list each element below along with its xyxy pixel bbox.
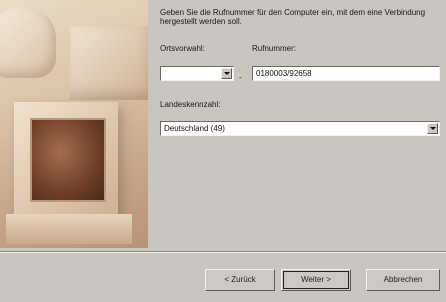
phone-number-value: 0180003/92658 — [256, 69, 312, 78]
phone-number-input[interactable]: 0180003/92658 — [252, 66, 440, 81]
chevron-down-icon[interactable] — [427, 123, 438, 134]
instruction-text: Geben Sie die Rufnummer für den Computer… — [160, 8, 426, 26]
chevron-down-icon[interactable] — [221, 68, 232, 79]
wizard-illustration — [0, 0, 148, 248]
rear-monitor-graphic — [70, 26, 148, 100]
area-code-label: Ortsvorwahl: — [160, 44, 205, 53]
monitor-screen-graphic — [30, 118, 106, 202]
monitor-base-graphic — [6, 214, 132, 244]
country-code-value: Deutschland (49) — [164, 124, 225, 133]
phone-number-label: Rufnummer: — [252, 44, 297, 53]
telephone-graphic — [0, 8, 56, 78]
country-code-label: Landeskennzahl: — [160, 100, 221, 109]
country-code-combo[interactable]: Deutschland (49) — [160, 121, 440, 136]
next-button[interactable]: Weiter > — [281, 269, 351, 291]
back-button[interactable]: < Zurück — [205, 269, 275, 291]
footer-divider — [0, 251, 446, 253]
cancel-button[interactable]: Abbrechen — [366, 269, 440, 291]
area-code-combo[interactable] — [160, 66, 234, 81]
connection-wizard-dialog: Geben Sie die Rufnummer für den Computer… — [0, 0, 446, 302]
number-separator: - — [239, 73, 242, 82]
